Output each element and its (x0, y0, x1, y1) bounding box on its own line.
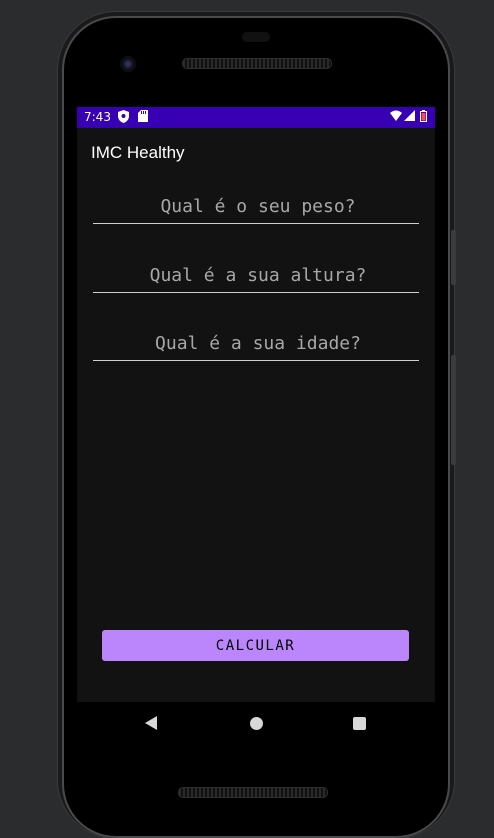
app-screen: 7:43 IMC Healthy CALCULAR (77, 107, 435, 702)
sd-card-icon (138, 110, 148, 126)
age-field-container (93, 324, 423, 362)
power-button (451, 230, 456, 285)
calculate-button[interactable]: CALCULAR (102, 630, 409, 661)
status-time: 7:43 (84, 110, 111, 124)
volume-button (451, 355, 456, 465)
weight-input[interactable] (93, 187, 423, 225)
home-icon[interactable] (250, 717, 263, 730)
height-input[interactable] (93, 256, 423, 294)
top-speaker (182, 58, 332, 69)
wifi-icon (390, 110, 402, 125)
system-nav-bar (77, 702, 435, 747)
status-bar: 7:43 (77, 107, 435, 128)
recents-icon[interactable] (353, 717, 366, 730)
bottom-speaker (178, 787, 328, 798)
shield-icon (118, 110, 129, 127)
front-camera-icon (120, 56, 136, 72)
back-icon[interactable] (145, 716, 157, 730)
page-title: IMC Healthy (91, 143, 185, 162)
battery-icon (420, 110, 427, 126)
signal-icon (404, 110, 415, 125)
weight-field-container (93, 187, 423, 225)
earpiece-notch (242, 32, 270, 42)
height-field-container (93, 256, 423, 294)
age-input[interactable] (93, 324, 423, 362)
